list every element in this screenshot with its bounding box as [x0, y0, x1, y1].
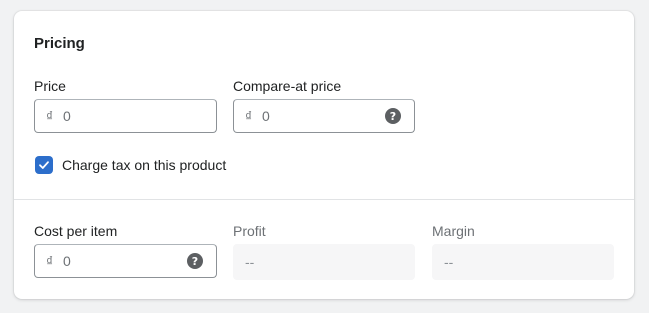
cost-per-item-value[interactable]: 0 [63, 253, 187, 269]
section-title: Pricing [34, 35, 85, 52]
question-circle-icon[interactable]: ? [385, 108, 401, 124]
compare-at-price-value[interactable]: 0 [262, 108, 385, 124]
question-circle-icon[interactable]: ? [187, 253, 203, 269]
charge-tax-label[interactable]: Charge tax on this product [62, 157, 226, 173]
price-field[interactable]: ₫ 0 [34, 99, 217, 133]
margin-label: Margin [432, 223, 475, 239]
cost-per-item-field[interactable]: ₫ 0 ? [34, 244, 217, 278]
compare-at-price-label: Compare-at price [233, 78, 342, 94]
price-label: Price [34, 78, 66, 94]
profit-value: -- [245, 254, 255, 270]
margin-value: -- [444, 254, 454, 270]
margin-display: -- [432, 244, 614, 280]
currency-prefix: ₫ [46, 253, 54, 269]
pricing-section: Pricing Price ₫ 0 Compare-at price ₫ 0 ?… [14, 11, 634, 199]
currency-prefix: ₫ [46, 108, 54, 124]
pricing-card: Pricing Price ₫ 0 Compare-at price ₫ 0 ?… [14, 11, 634, 299]
checkmark-icon [39, 161, 49, 169]
section-divider [14, 199, 634, 200]
cost-per-item-label: Cost per item [34, 223, 118, 239]
profit-display: -- [233, 244, 415, 280]
compare-at-price-field[interactable]: ₫ 0 ? [233, 99, 415, 133]
profit-label: Profit [233, 223, 266, 239]
price-value[interactable]: 0 [63, 108, 216, 124]
charge-tax-checkbox[interactable] [35, 156, 53, 174]
currency-prefix: ₫ [245, 108, 253, 124]
